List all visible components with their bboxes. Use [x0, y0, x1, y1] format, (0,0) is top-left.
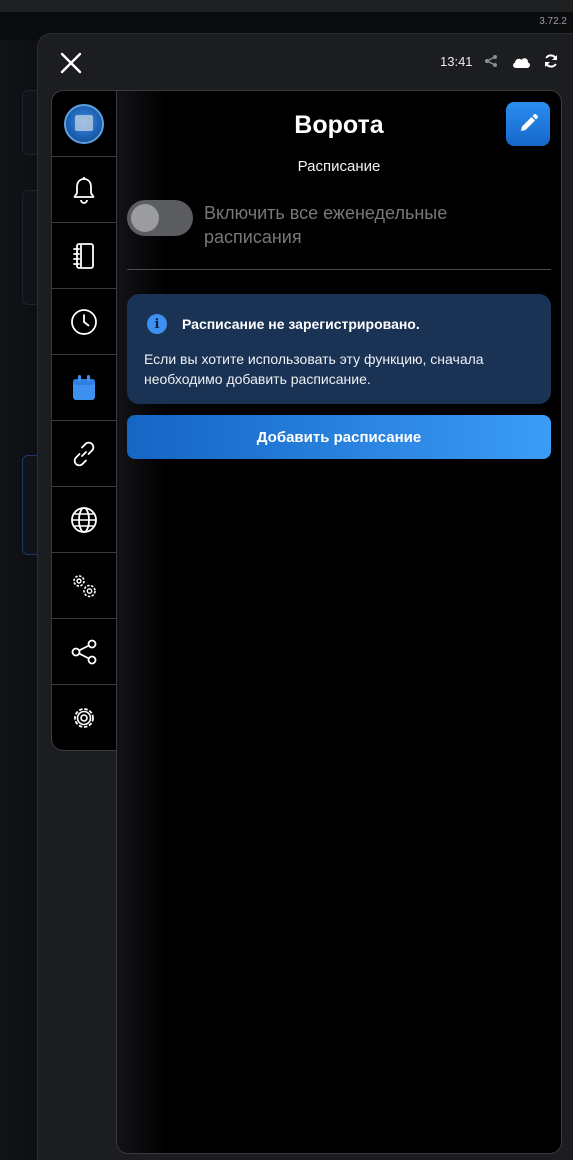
bell-icon — [73, 176, 95, 204]
schedule-panel: Ворота Расписание Включить все еженедель… — [116, 90, 562, 1154]
share-icon[interactable] — [484, 54, 498, 68]
device-dialog: 13:41 Ворота Расписание Включить все еже… — [37, 33, 573, 1160]
weekly-schedules-toggle[interactable] — [127, 200, 193, 236]
sidebar-item-links[interactable] — [52, 421, 117, 487]
info-text: Если вы хотите использовать эту функцию,… — [144, 351, 484, 387]
close-button[interactable] — [58, 50, 84, 76]
panel-shadow — [117, 91, 167, 1153]
device-icon — [64, 103, 104, 144]
sidebar-item-share[interactable] — [52, 619, 117, 685]
sidebar — [51, 90, 117, 751]
clock-time: 13:41 — [440, 54, 473, 69]
info-icon: i — [147, 314, 167, 334]
close-icon — [60, 52, 82, 74]
sidebar-item-advanced-settings[interactable] — [52, 553, 117, 619]
globe-icon — [71, 506, 97, 533]
device-title: Ворота — [294, 111, 384, 139]
edit-button[interactable] — [506, 102, 550, 146]
page-subtitle: Расписание — [297, 158, 381, 175]
link-icon — [73, 441, 95, 466]
share-icon — [71, 639, 97, 664]
add-schedule-button[interactable]: Добавить расписание — [127, 415, 551, 459]
divider — [127, 269, 551, 270]
sidebar-item-notifications[interactable] — [52, 157, 117, 223]
sidebar-item-timer[interactable] — [52, 289, 117, 355]
sidebar-item-schedule[interactable] — [52, 355, 117, 421]
cloud-icon[interactable] — [511, 54, 531, 70]
pencil-icon — [521, 114, 538, 131]
gears-icon — [73, 574, 96, 597]
info-alert: i Расписание не зарегистрировано. Если в… — [127, 294, 551, 404]
top-status-bar — [0, 0, 573, 12]
sync-icon[interactable] — [543, 53, 559, 69]
app-version: 3.72.2 — [539, 16, 567, 27]
sidebar-item-network[interactable] — [52, 487, 117, 553]
sidebar-item-journal[interactable] — [52, 223, 117, 289]
calendar-icon — [73, 374, 95, 400]
toggle-knob — [131, 204, 159, 232]
sidebar-item-settings[interactable] — [52, 685, 117, 750]
notebook-icon — [73, 242, 94, 269]
clock-icon — [71, 308, 97, 335]
toggle-label: Включить все еженедельные расписания — [204, 203, 448, 247]
gear-icon — [74, 708, 94, 728]
sidebar-item-device[interactable] — [52, 91, 117, 157]
info-title: Расписание не зарегистрировано. — [182, 316, 420, 332]
